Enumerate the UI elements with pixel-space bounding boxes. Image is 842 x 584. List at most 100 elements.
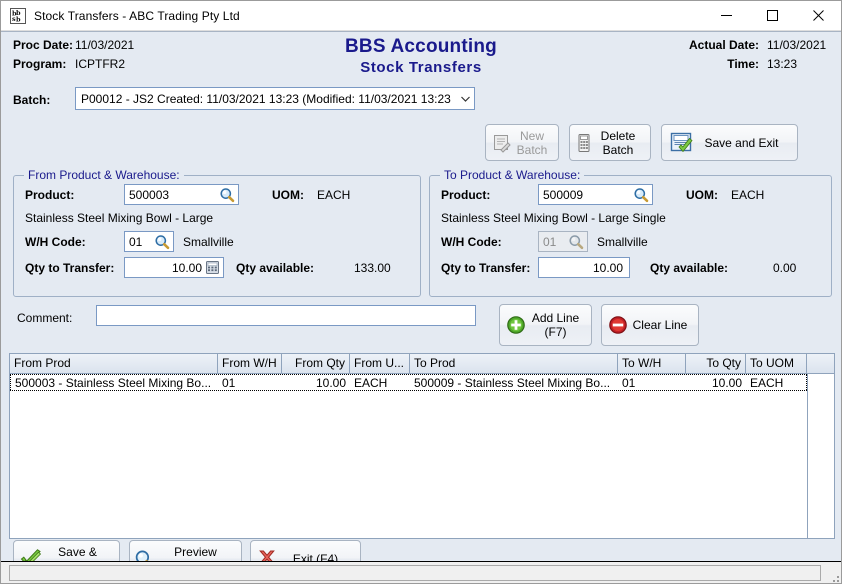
to-qty-available-label: Qty available: [650,261,728,275]
to-product-label: Product: [441,188,490,202]
to-qty-input[interactable]: 10.00 [538,257,630,278]
transfer-lines-grid[interactable]: From ProdFrom W/HFrom QtyFrom U...To Pro… [9,353,835,539]
to-wh-value: 01 [543,235,568,249]
new-batch-label-2: Batch [517,143,548,157]
program-label: Program: [13,57,75,71]
new-document-pencil-icon [492,133,512,153]
to-product-description: Stainless Steel Mixing Bowl - Large Sing… [441,211,666,225]
resize-grip[interactable] [827,570,839,582]
grid-column-header[interactable]: To Qty [686,354,746,373]
table-row[interactable]: 500003 - Stainless Steel Mixing Bo...011… [10,374,807,391]
delete-batch-button[interactable]: DeleteBatch [569,124,651,161]
magnifier-icon[interactable] [219,187,235,203]
table-cell: 10.00 [686,375,746,390]
window-controls [703,1,841,31]
save-check-icon [670,132,694,154]
proc-date-value: 11/03/2021 [75,38,134,52]
shredder-icon [576,133,592,153]
grid-column-header[interactable]: To W/H [618,354,686,373]
to-uom-value: EACH [731,188,764,202]
grid-column-header[interactable]: To UOM [746,354,807,373]
to-group-legend: To Product & Warehouse: [440,168,584,182]
from-wh-label: W/H Code: [25,235,86,249]
delete-batch-label-2: Batch [603,143,634,157]
client-area: Proc Date: 11/03/2021 Program: ICPTFR2 B… [1,31,841,561]
bbs-monogram-icon: b b s b [10,8,26,24]
from-product-input[interactable]: 500003 [124,184,239,205]
grid-column-header[interactable]: To Prod [410,354,618,373]
save-and-exit-label: Save and Exit [694,136,789,150]
from-product-label: Product: [25,188,74,202]
from-group-legend: From Product & Warehouse: [24,168,184,182]
from-product-warehouse-group: From Product & Warehouse: Product: 50000… [13,175,421,297]
to-product-value: 500009 [543,188,633,202]
table-cell: 500003 - Stainless Steel Mixing Bo... [10,375,218,390]
maximize-icon [767,10,778,21]
plus-circle-icon [506,315,526,335]
program-value: ICPTFR2 [75,57,125,71]
magnifier-icon[interactable] [633,187,649,203]
actual-date-value: 11/03/2021 [767,38,829,52]
time-label: Time: [727,57,759,71]
from-qty-available-label: Qty available: [236,261,314,275]
chevron-down-icon [457,88,474,109]
minimize-icon [721,10,732,21]
new-batch-button[interactable]: NewBatch [485,124,559,161]
add-line-label-2: (F7) [545,325,567,339]
table-cell: 500009 - Stainless Steel Mixing Bo... [410,375,618,390]
table-cell: 01 [618,375,686,390]
window-title: Stock Transfers - ABC Trading Pty Ltd [34,9,240,23]
from-qty-available-value: 133.00 [354,261,391,275]
grid-body: 500003 - Stainless Steel Mixing Bo...011… [10,374,834,391]
header-left-info: Proc Date: 11/03/2021 Program: ICPTFR2 [13,38,134,76]
from-wh-value: 01 [129,235,154,249]
to-qty-available-value: 0.00 [773,261,796,275]
to-wh-label: W/H Code: [441,235,502,249]
new-batch-label-1: New [520,129,544,143]
add-line-label-1: Add Line [532,311,579,325]
from-uom-label: UOM: [272,188,304,202]
time-value: 13:23 [767,57,829,71]
to-qty-value: 10.00 [543,261,626,275]
comment-label: Comment: [17,311,72,325]
batch-row: Batch: P00012 - JS2 Created: 11/03/2021 … [1,82,841,126]
grid-column-header[interactable]: From W/H [218,354,282,373]
table-cell: EACH [350,375,410,390]
title-bar: b b s b Stock Transfers - ABC Trading Pt… [1,1,841,31]
to-product-input[interactable]: 500009 [538,184,653,205]
magnifier-icon[interactable] [568,234,584,250]
stock-transfers-window: b b s b Stock Transfers - ABC Trading Pt… [0,0,842,584]
maximize-button[interactable] [749,1,795,31]
add-line-button[interactable]: Add Line(F7) [499,304,592,346]
comment-input[interactable] [96,305,476,326]
magnifier-icon[interactable] [154,234,170,250]
grid-column-header[interactable]: From U... [350,354,410,373]
grid-header-row: From ProdFrom W/HFrom QtyFrom U...To Pro… [10,354,834,374]
batch-selected-value: P00012 - JS2 Created: 11/03/2021 13:23 (… [81,92,457,106]
to-wh-name: Smallville [597,235,648,249]
close-button[interactable] [795,1,841,31]
save-and-exit-button[interactable]: Save and Exit [661,124,798,161]
from-wh-name: Smallville [183,235,234,249]
batch-label: Batch: [13,93,50,107]
table-cell: 01 [218,375,282,390]
grid-empty-area [807,374,834,538]
clear-line-label: Clear Line [628,318,692,332]
minimize-button[interactable] [703,1,749,31]
table-cell: EACH [746,375,807,390]
from-product-value: 500003 [129,188,219,202]
batch-select[interactable]: P00012 - JS2 Created: 11/03/2021 13:23 (… [75,87,475,110]
calculator-icon[interactable] [205,260,220,275]
from-qty-input[interactable]: 10.00 [124,257,224,278]
from-uom-value: EACH [317,188,350,202]
actual-date-label: Actual Date: [689,38,759,52]
to-wh-input[interactable]: 01 [538,231,588,252]
grid-column-header[interactable]: From Qty [282,354,350,373]
minus-circle-icon [608,315,628,335]
clear-line-button[interactable]: Clear Line [601,304,699,346]
grid-column-header[interactable]: From Prod [10,354,218,373]
to-uom-label: UOM: [686,188,718,202]
delete-batch-label-1: Delete [601,129,636,143]
proc-date-label: Proc Date: [13,38,75,52]
from-wh-input[interactable]: 01 [124,231,174,252]
